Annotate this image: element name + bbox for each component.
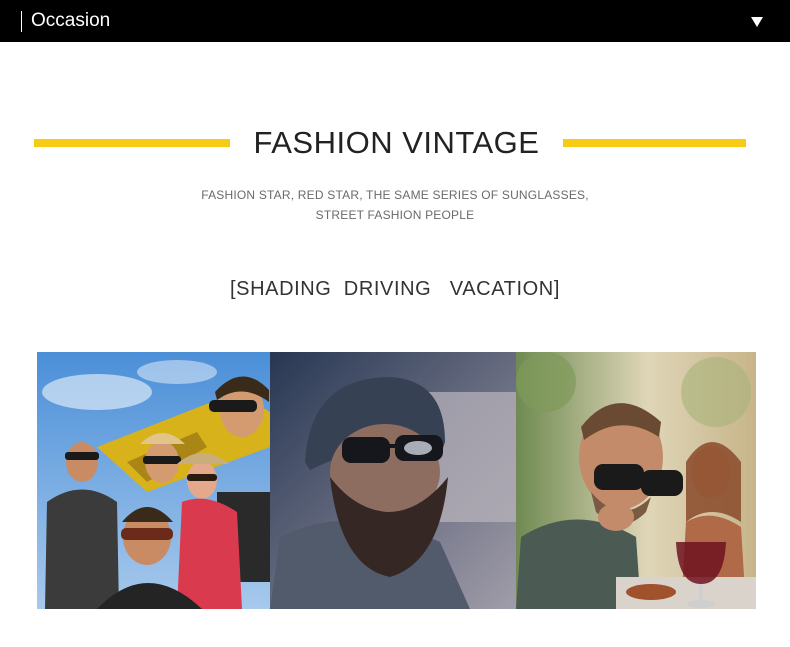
header-divider — [21, 11, 22, 32]
section-subtitle-line-2: STREET FASHION PEOPLE — [315, 208, 475, 222]
accent-rule-left — [34, 139, 230, 147]
triangle-down-icon[interactable] — [750, 16, 764, 28]
occasions-line: [SHADING DRIVING VACATION] — [229, 278, 561, 300]
section-subtitle-line-1: FASHION STAR, RED STAR, THE SAME SERIES … — [201, 188, 589, 202]
bearded-man-in-beanie-driving-photo — [270, 352, 516, 609]
group-of-friends-with-sunglasses-photo — [37, 352, 270, 609]
header-bar[interactable]: Occasion — [0, 0, 790, 42]
man-with-sunglasses-eating-vacation-photo — [516, 352, 756, 609]
accent-rule-right — [563, 139, 746, 147]
header-title: Occasion — [31, 10, 111, 31]
photo-strip — [37, 352, 756, 609]
section-headline: FASHION VINTAGE — [253, 125, 540, 160]
